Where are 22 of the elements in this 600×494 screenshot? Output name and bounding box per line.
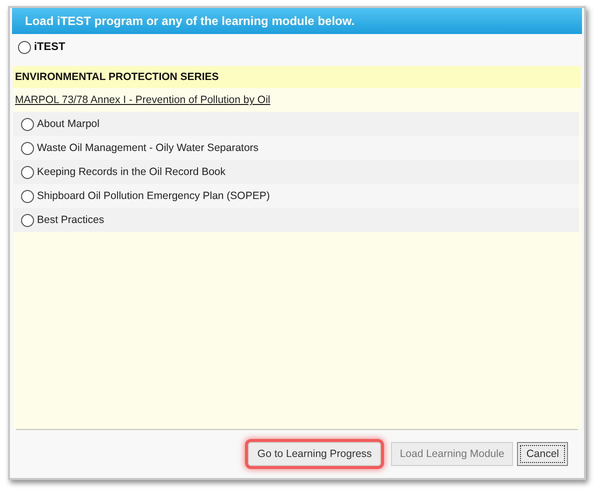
dialog-title: Load iTEST program or any of the learning module below. bbox=[12, 8, 582, 34]
radio-button[interactable] bbox=[21, 190, 34, 202]
module-label: Waste Oil Management - Oily Water Separators bbox=[37, 142, 259, 154]
radio-button[interactable] bbox=[21, 166, 34, 178]
module-label: Keeping Records in the Oil Record Book bbox=[37, 166, 226, 178]
module-row[interactable]: Keeping Records in the Oil Record Book bbox=[13, 160, 579, 184]
radio-button[interactable] bbox=[21, 142, 34, 154]
dialog-button[interactable]: Cancel bbox=[517, 442, 568, 466]
radio-button[interactable] bbox=[21, 214, 34, 226]
radio-button[interactable] bbox=[18, 40, 31, 54]
radio-button[interactable] bbox=[21, 118, 34, 130]
module-row[interactable]: Shipboard Oil Pollution Emergency Plan (SOPEP) bbox=[13, 184, 579, 208]
module-row[interactable]: Waste Oil Management - Oily Water Separators bbox=[13, 136, 579, 160]
dialog-button[interactable]: Go to Learning Progress bbox=[248, 442, 381, 466]
module-row[interactable]: About Marpol bbox=[13, 112, 579, 136]
module-row[interactable]: Best Practices bbox=[13, 208, 579, 232]
series-heading: ENVIRONMENTAL PROTECTION SERIES bbox=[13, 66, 581, 88]
module-label: About Marpol bbox=[37, 118, 100, 130]
module-label: Shipboard Oil Pollution Emergency Plan (SOPEP) bbox=[37, 190, 270, 202]
module-label: Best Practices bbox=[37, 214, 104, 226]
program-label: iTEST bbox=[34, 41, 66, 53]
course-link[interactable]: MARPOL 73/78 Annex I - Prevention of Pollution by Oil bbox=[13, 88, 581, 112]
